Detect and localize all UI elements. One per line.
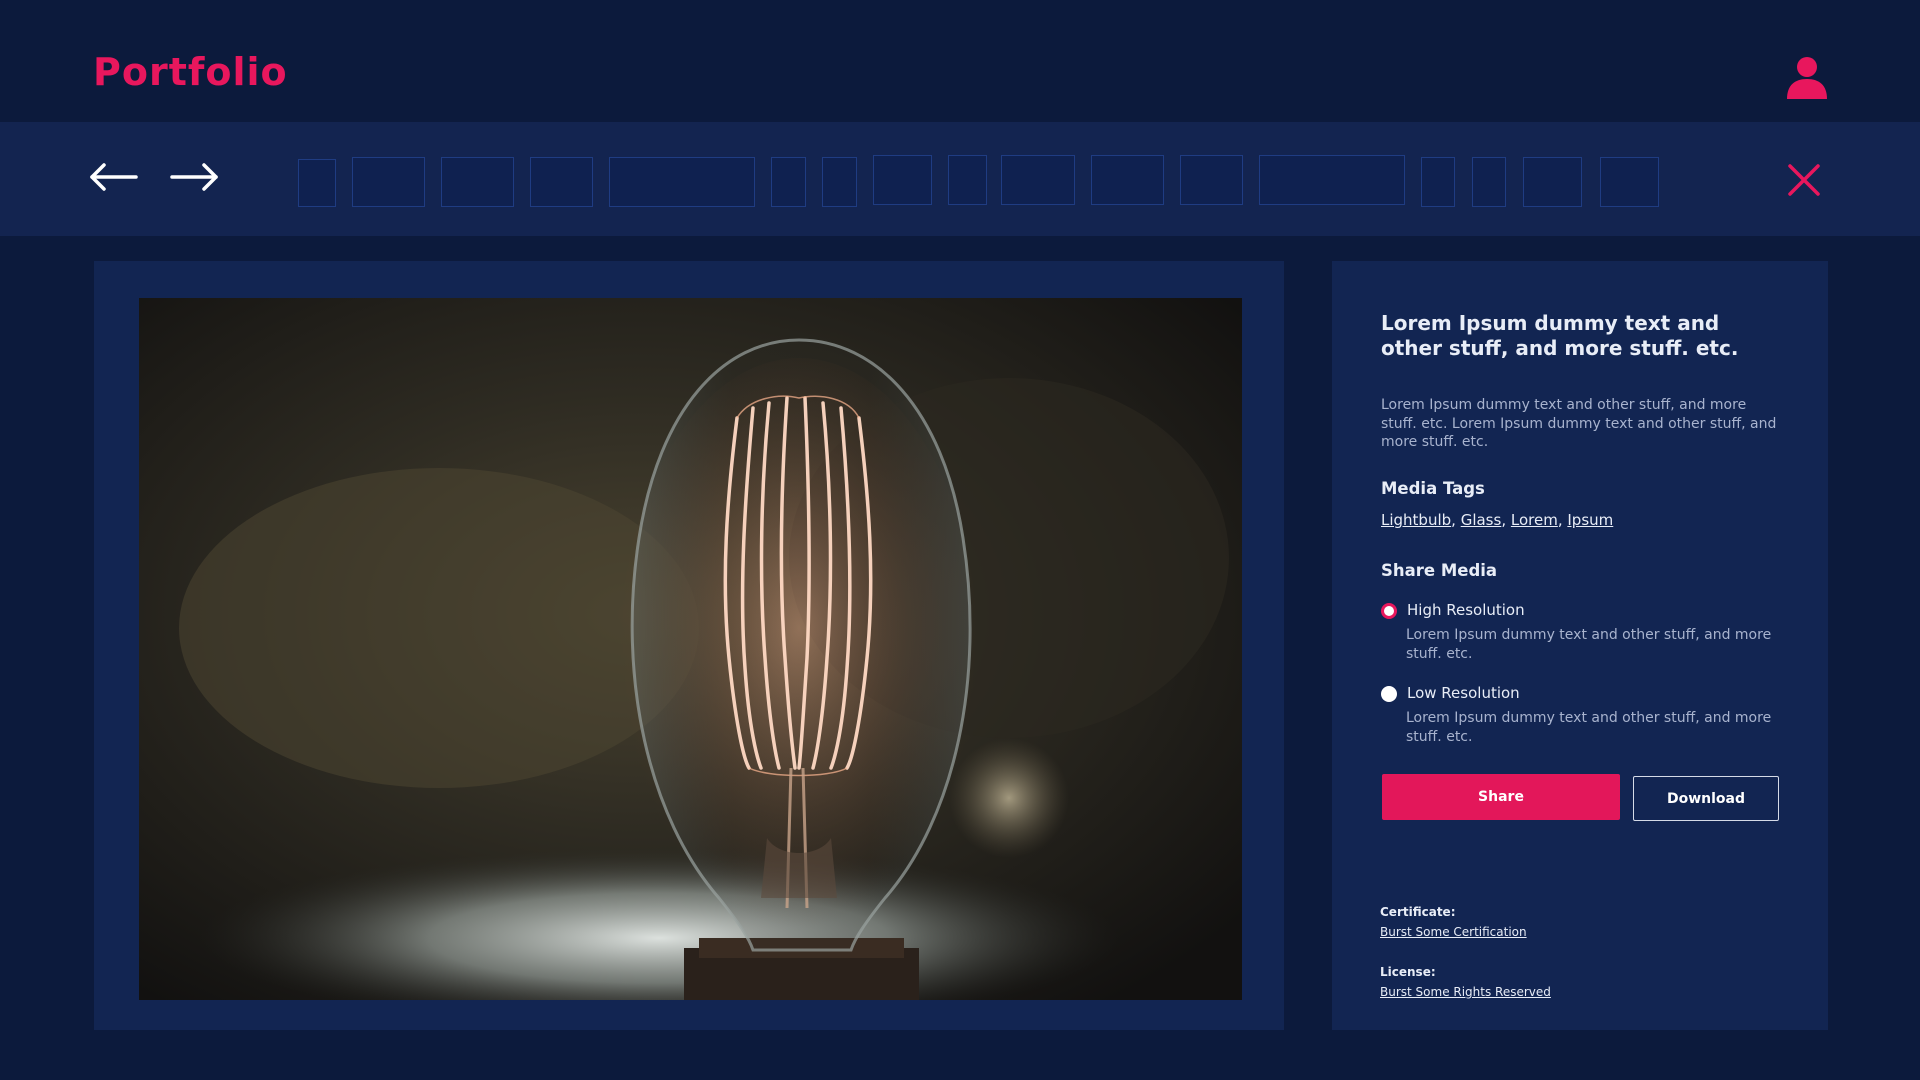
thumbnail[interactable]	[1523, 157, 1582, 207]
radio-unselected-icon[interactable]	[1381, 686, 1397, 702]
tag-separator: ,	[1451, 511, 1461, 529]
thumbnail[interactable]	[609, 157, 755, 207]
tag-separator: ,	[1501, 511, 1511, 529]
thumbnail[interactable]	[1472, 157, 1506, 207]
thumbnail[interactable]	[771, 157, 806, 207]
media-tags-heading: Media Tags	[1381, 479, 1485, 498]
tag-link[interactable]: Ipsum	[1567, 511, 1613, 529]
media-title: Lorem Ipsum dummy text and other stuff, …	[1381, 311, 1739, 360]
thumbnail[interactable]	[1001, 155, 1075, 205]
lightbulb-photo	[139, 298, 1242, 1000]
download-button[interactable]: Download	[1633, 776, 1779, 821]
close-icon[interactable]	[1786, 162, 1822, 198]
thumbnail[interactable]	[1091, 155, 1164, 205]
thumbnail[interactable]	[352, 157, 425, 207]
thumbnail[interactable]	[1421, 157, 1455, 207]
thumbnail[interactable]	[530, 157, 593, 207]
share-media-heading: Share Media	[1381, 561, 1498, 580]
media-description: Lorem Ipsum dummy text and other stuff, …	[1381, 397, 1777, 450]
tag-link[interactable]: Glass	[1461, 511, 1502, 529]
tag-separator: ,	[1557, 511, 1568, 529]
thumbnail[interactable]	[822, 157, 857, 207]
media-tags-list: Lightbulb, Glass, Lorem, Ipsum	[1381, 511, 1613, 529]
thumbnail[interactable]	[441, 157, 514, 207]
thumbnail[interactable]	[1259, 155, 1405, 205]
share-button[interactable]: Share	[1382, 774, 1620, 820]
arrow-right-icon[interactable]	[168, 160, 220, 194]
thumbnail[interactable]	[298, 159, 336, 207]
option-description: Lorem Ipsum dummy text and other stuff, …	[1406, 627, 1772, 662]
thumbnail[interactable]	[948, 155, 987, 205]
option-description: Lorem Ipsum dummy text and other stuff, …	[1406, 710, 1772, 745]
logo[interactable]: Portfolio	[93, 44, 288, 100]
tag-link[interactable]: Lightbulb	[1381, 511, 1451, 529]
certificate-label: Certificate:	[1380, 905, 1456, 919]
thumbnail[interactable]	[1600, 157, 1659, 207]
option-label: Low Resolution	[1407, 684, 1520, 702]
certificate-link[interactable]: Burst Some Certification	[1380, 925, 1527, 939]
arrow-left-icon[interactable]	[88, 160, 140, 194]
thumbnail[interactable]	[1180, 155, 1243, 205]
license-label: License:	[1380, 965, 1436, 979]
license-link[interactable]: Burst Some Rights Reserved	[1380, 985, 1551, 999]
header: Portfolio	[0, 0, 1920, 122]
user-icon[interactable]	[1785, 55, 1829, 99]
tag-link[interactable]: Lorem	[1511, 511, 1558, 529]
option-label: High Resolution	[1407, 601, 1525, 619]
radio-selected-icon[interactable]	[1381, 603, 1397, 619]
media-image	[139, 298, 1242, 1000]
thumbnail[interactable]	[873, 155, 932, 205]
